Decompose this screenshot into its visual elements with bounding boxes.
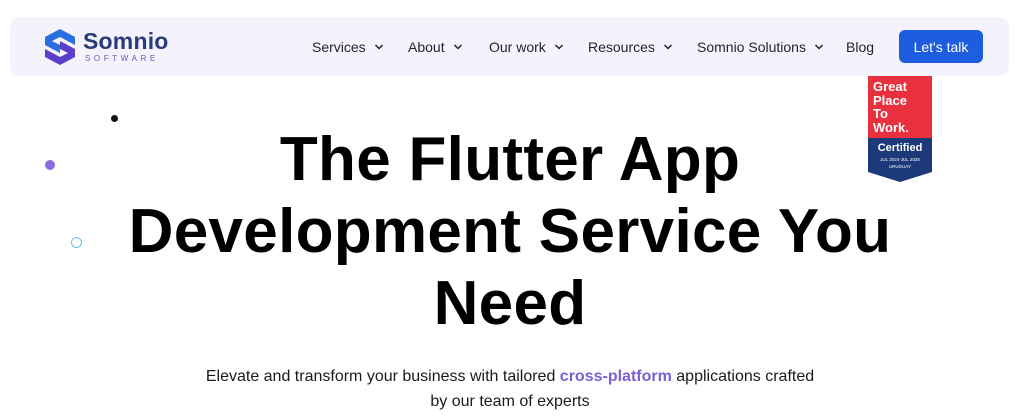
subtitle-text: applications crafted	[671, 368, 815, 385]
somnio-logo-icon	[45, 29, 75, 65]
somnio-logo[interactable]: Somnio SOFTWARE	[43, 27, 183, 67]
nav-our-work-label: Our work	[489, 39, 546, 55]
chevron-down-icon	[453, 44, 462, 50]
logo-tagline: SOFTWARE	[85, 54, 159, 63]
nav-blog-label: Blog	[846, 39, 875, 55]
chevron-down-icon	[554, 44, 563, 50]
nav-about-label: About	[408, 39, 445, 55]
nav-services[interactable]: Services	[312, 36, 384, 58]
lets-talk-button[interactable]: Let's talk	[899, 30, 983, 63]
nav-our-work[interactable]: Our work	[489, 36, 564, 58]
nav-somnio-solutions-label: Somnio Solutions	[697, 39, 806, 55]
decorative-dot	[111, 115, 118, 122]
nav-resources-label: Resources	[588, 39, 655, 55]
decorative-dot	[45, 160, 55, 170]
subtitle-text: by our team of experts	[430, 393, 590, 410]
hero-title-line: Need	[433, 269, 587, 338]
badge-line: To	[873, 106, 888, 121]
hero-title-line: The Flutter App	[279, 125, 741, 194]
chevron-down-icon	[663, 44, 672, 50]
logo-wordmark: Somnio	[83, 28, 169, 54]
hero-subtitle: Elevate and transform your business with…	[160, 364, 860, 414]
hero-title: The Flutter App Development Service You …	[80, 124, 940, 340]
top-navbar: Somnio SOFTWARE Services About Our work …	[10, 17, 1009, 76]
nav-services-label: Services	[312, 39, 366, 55]
badge-line: Great	[873, 79, 907, 94]
nav-somnio-solutions[interactable]: Somnio Solutions	[697, 36, 824, 58]
chevron-down-icon	[814, 44, 823, 50]
chevron-down-icon	[374, 44, 383, 50]
subtitle-text: Elevate and transform your business with…	[205, 368, 560, 385]
nav-blog[interactable]: Blog	[846, 36, 874, 58]
subtitle-highlight: cross-platform	[559, 368, 672, 385]
nav-resources[interactable]: Resources	[588, 36, 673, 58]
badge-line: Place	[873, 92, 907, 108]
nav-about[interactable]: About	[408, 36, 463, 58]
hero-title-line: Development Service You	[128, 197, 892, 266]
